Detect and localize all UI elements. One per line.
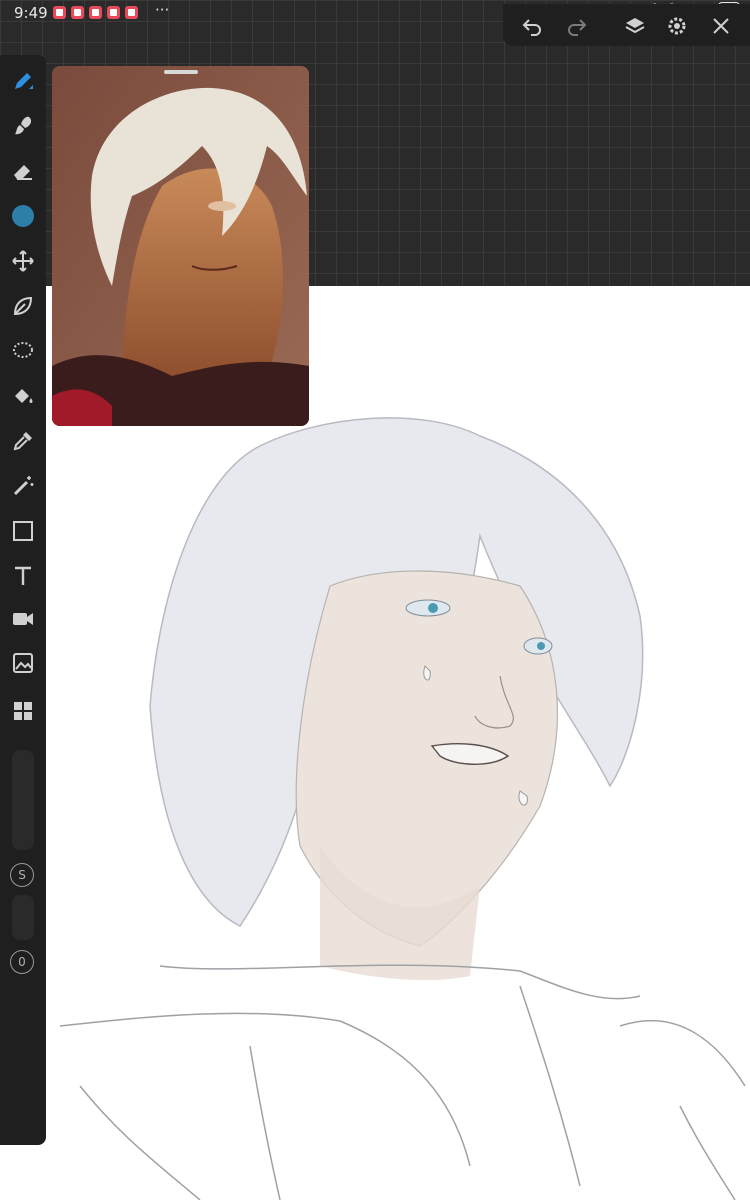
transform-icon[interactable]: [7, 245, 39, 277]
rectangle-icon[interactable]: [7, 515, 39, 547]
magic-wand-icon[interactable]: [7, 470, 39, 502]
size-badge[interactable]: S: [10, 863, 34, 887]
status-time: 9:49: [14, 4, 48, 22]
lasso-icon[interactable]: [7, 335, 39, 367]
redo-icon[interactable]: [563, 12, 591, 40]
opacity-badge[interactable]: 0: [10, 950, 34, 974]
left-toolbar: S 0: [0, 55, 46, 1145]
notification-icon: [125, 6, 138, 19]
reference-image: [52, 66, 309, 426]
grid-icon[interactable]: [7, 695, 39, 727]
color-dot: [12, 205, 34, 227]
notification-icon: [53, 6, 66, 19]
eyedropper-icon[interactable]: [7, 425, 39, 457]
notification-icon: [89, 6, 102, 19]
notification-icons: [53, 6, 138, 19]
pen-icon[interactable]: [7, 65, 39, 97]
close-icon[interactable]: [707, 12, 735, 40]
notification-icon: [71, 6, 84, 19]
settings-icon[interactable]: [663, 12, 691, 40]
opacity-slider[interactable]: [12, 895, 34, 940]
status-more-icon: ···: [155, 1, 170, 19]
leaf-icon[interactable]: [7, 290, 39, 322]
top-toolbar: [503, 4, 750, 46]
layers-icon[interactable]: [621, 12, 649, 40]
eraser-icon[interactable]: [7, 155, 39, 187]
image-import-icon[interactable]: [7, 647, 39, 679]
brush-size-slider[interactable]: [12, 750, 34, 850]
video-icon[interactable]: [7, 603, 39, 635]
undo-icon[interactable]: [518, 12, 546, 40]
color-swatch[interactable]: [7, 200, 39, 232]
drag-handle[interactable]: [164, 70, 198, 74]
reference-image-panel[interactable]: [52, 66, 309, 426]
fill-bucket-icon[interactable]: [7, 380, 39, 412]
text-icon[interactable]: [7, 560, 39, 592]
notification-icon: [107, 6, 120, 19]
brush-icon[interactable]: [7, 110, 39, 142]
